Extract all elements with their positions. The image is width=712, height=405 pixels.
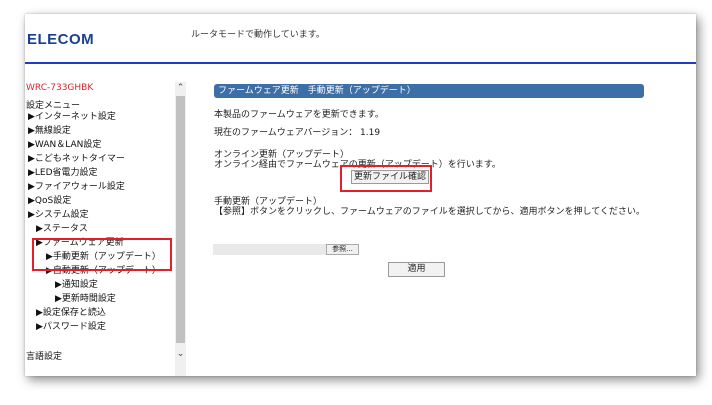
sidebar-item-wireless[interactable]: ▶無線設定 xyxy=(28,126,71,137)
sidebar-item-notification[interactable]: ▶通知設定 xyxy=(55,280,98,291)
page-title: ファームウェア更新 手動更新（アップデート） xyxy=(214,84,644,98)
check-button-highlight-box xyxy=(340,165,432,192)
sidebar-highlight-box xyxy=(32,238,172,271)
sidebar-item-system[interactable]: ▶システム設定 xyxy=(28,210,89,221)
apply-button[interactable]: 適用 xyxy=(388,262,445,277)
sidebar-item-qos[interactable]: ▶QoS設定 xyxy=(28,196,71,207)
sidebar-item-update-time[interactable]: ▶更新時間設定 xyxy=(55,294,116,305)
header: ELECOM ルータモードで動作しています。 xyxy=(25,14,696,63)
model-name: WRC-733GHBK xyxy=(26,83,94,93)
browse-button[interactable]: 参照... xyxy=(326,244,359,255)
elecom-logo: ELECOM xyxy=(27,31,95,48)
sidebar-item-language[interactable]: 言語設定 xyxy=(26,352,62,363)
sidebar-item-status[interactable]: ▶ステータス xyxy=(36,224,88,235)
sidebar-scrollbar[interactable]: ⌃ ⌄ xyxy=(175,82,186,376)
firmware-file-input[interactable]: 参照... xyxy=(213,244,359,255)
sidebar-item-internet[interactable]: ▶インターネット設定 xyxy=(28,112,116,123)
current-version: 現在のファームウェアバージョン： 1.19 xyxy=(214,128,381,138)
manual-description: 【参照】ボタンをクリックし、ファームウェアのファイルを選択してから、適用ボタンを… xyxy=(214,207,645,217)
intro-text: 本製品のファームウェアを更新できます。 xyxy=(214,110,384,120)
header-divider xyxy=(25,62,696,64)
sidebar-item-password[interactable]: ▶パスワード設定 xyxy=(36,322,106,333)
scroll-up-icon[interactable]: ⌃ xyxy=(175,82,186,94)
sidebar-item-kids-timer[interactable]: ▶こどもネットタイマー xyxy=(28,154,125,165)
sidebar-item-wan-lan[interactable]: ▶WAN＆LAN設定 xyxy=(28,140,101,151)
sidebar-item-firewall[interactable]: ▶ファイアウォール設定 xyxy=(28,182,125,193)
scroll-down-icon[interactable]: ⌄ xyxy=(175,348,186,360)
menu-title: 設定メニュー xyxy=(26,101,81,111)
sidebar-item-led-power[interactable]: ▶LED省電力設定 xyxy=(28,168,98,179)
sidebar: WRC-733GHBK 設定メニュー ▶インターネット設定 ▶無線設定 ▶WAN… xyxy=(25,82,175,376)
browser-frame: ELECOM ルータモードで動作しています。 WRC-733GHBK 設定メニュ… xyxy=(25,14,696,376)
sidebar-item-save-load[interactable]: ▶設定保存と読込 xyxy=(36,308,106,319)
scroll-thumb[interactable] xyxy=(176,96,185,343)
router-mode-status: ルータモードで動作しています。 xyxy=(191,30,325,40)
main-content: ファームウェア更新 手動更新（アップデート） 本製品のファームウェアを更新できま… xyxy=(187,82,696,376)
